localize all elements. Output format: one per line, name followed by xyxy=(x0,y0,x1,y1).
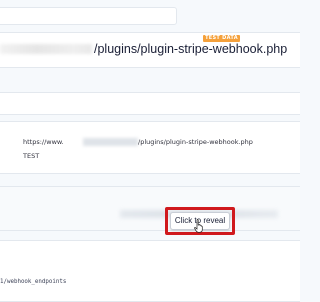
section-divider xyxy=(0,92,300,115)
signing-secret-row xyxy=(0,186,300,231)
redacted-domain xyxy=(0,44,92,54)
endpoint-url-title: /plugins/plugin-stripe-webhook.php xyxy=(94,42,288,56)
hand-cursor-icon xyxy=(194,219,203,233)
redacted-detail-domain xyxy=(83,138,138,146)
endpoint-details-card xyxy=(0,121,300,174)
webhook-endpoints-path: 1/webhook_endpoints xyxy=(0,279,67,285)
endpoint-log-card xyxy=(0,240,300,302)
detail-url-path: /plugins/plugin-stripe-webhook.php xyxy=(138,138,253,146)
detail-url-prefix: https://www. xyxy=(23,138,64,146)
top-search-bar[interactable] xyxy=(0,7,177,25)
test-data-badge: TEST DATA xyxy=(203,35,240,42)
mode-label: TEST xyxy=(23,152,40,160)
